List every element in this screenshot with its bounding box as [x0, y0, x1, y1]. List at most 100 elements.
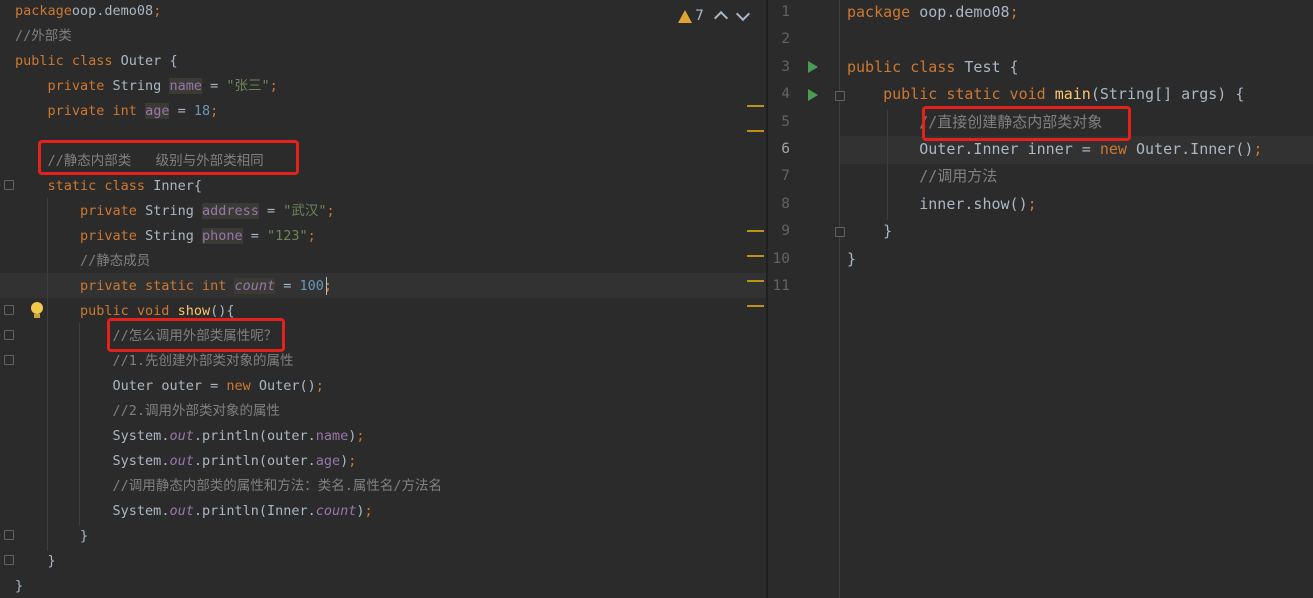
line-number: 3	[781, 58, 790, 75]
code-line[interactable]: static class Inner{	[15, 174, 202, 199]
code-token: Outer {	[120, 53, 178, 69]
code-token: age	[145, 103, 170, 119]
line-number: 1	[781, 4, 790, 20]
code-token: private	[47, 78, 113, 94]
code-line[interactable]: private String name = "张三";	[15, 74, 278, 99]
code-token: new	[1099, 140, 1136, 158]
code-token: name	[169, 78, 202, 94]
editor-pane-outer[interactable]: packageoop.demo08; //外部类 public class Oute…	[0, 0, 766, 598]
code-line[interactable]: }	[15, 524, 88, 549]
code-line[interactable]: //外部类	[15, 24, 72, 49]
code-line[interactable]: private static int count = 100;	[15, 274, 332, 299]
indent-guide	[79, 323, 80, 526]
code-token: ;	[1253, 140, 1263, 158]
annotation-box	[38, 140, 299, 175]
code-token: address	[201, 203, 259, 219]
code-token: ;	[315, 378, 324, 394]
code-line[interactable]: System.out.println(Inner.count);	[15, 499, 373, 524]
code-line[interactable]: public class Outer {	[15, 49, 178, 74]
warning-marker[interactable]	[747, 230, 764, 232]
code-token: Inner{	[153, 178, 202, 194]
code-token: inner.show()	[919, 194, 1028, 213]
code-line[interactable]: private String phone = "123";	[15, 224, 316, 249]
code-line[interactable]: //2.调用外部类对象的属性	[15, 399, 281, 424]
fold-icon[interactable]	[4, 530, 14, 540]
code-line[interactable]: }	[15, 549, 56, 574]
code-line[interactable]: //1.先创建外部类对象的属性	[15, 349, 294, 374]
code-token: ;	[364, 503, 373, 519]
code-token: main	[1054, 85, 1091, 104]
code-line[interactable]: System.out.println(outer.age);	[15, 449, 357, 474]
code-line[interactable]: //调用方法	[847, 163, 997, 191]
warning-marker[interactable]	[747, 305, 764, 307]
code-token: ;	[1027, 194, 1037, 213]
code-token: age	[315, 453, 341, 469]
lightbulb-icon[interactable]	[31, 302, 43, 314]
code-token: =	[169, 103, 194, 119]
code-token: )	[356, 503, 365, 519]
warning-marker[interactable]	[747, 255, 764, 257]
code-line[interactable]: }	[15, 574, 23, 598]
code-token: public static void	[883, 85, 1055, 104]
editor-pane-test[interactable]: 1 2 3 4 5 6 7 8 9 10 11 package oop.demo08; public …	[768, 0, 1313, 598]
code-line[interactable]: inner.show();	[847, 191, 1037, 219]
code-line[interactable]: public static void main(String[] args) {	[847, 81, 1244, 109]
code-line[interactable]: }	[847, 218, 892, 246]
gutter-separator	[839, 0, 840, 598]
code-token: private static int	[80, 278, 235, 294]
warning-marker[interactable]	[747, 130, 764, 132]
code-token: ;	[348, 453, 357, 469]
code-token: "张三"	[226, 78, 270, 94]
warning-indicator[interactable]: 7	[678, 8, 704, 24]
fold-icon[interactable]	[835, 227, 845, 237]
code-line[interactable]: private int age = 18;	[15, 99, 218, 124]
code-line[interactable]: System.out.println(outer.name);	[15, 424, 365, 449]
line-number: 5	[781, 113, 790, 130]
code-token: ;	[326, 203, 335, 219]
code-token: }	[80, 528, 89, 544]
fold-icon[interactable]	[4, 305, 14, 315]
chevron-down-icon[interactable]	[735, 6, 750, 22]
line-number: 4	[781, 86, 790, 103]
code-token: count	[315, 503, 357, 519]
fold-icon[interactable]	[4, 355, 14, 365]
code-token: //1.先创建外部类对象的属性	[112, 353, 294, 369]
code-token: out	[169, 503, 194, 519]
code-token: =	[275, 278, 300, 294]
fold-icon[interactable]	[4, 180, 14, 190]
code-token: package	[847, 3, 920, 21]
annotation-box	[107, 318, 285, 352]
line-number: 6	[781, 141, 790, 157]
code-token: //静态成员	[80, 253, 151, 269]
inspection-widget[interactable]: 7	[678, 6, 750, 26]
code-line[interactable]: packageoop.demo08;	[15, 0, 161, 24]
fold-icon[interactable]	[4, 330, 14, 340]
fold-icon[interactable]	[4, 555, 14, 565]
code-token: }	[15, 578, 24, 594]
chevron-up-icon[interactable]	[713, 10, 728, 26]
run-icon[interactable]	[808, 89, 818, 101]
warning-marker[interactable]	[747, 280, 764, 282]
code-token: 18	[193, 103, 211, 119]
warning-marker[interactable]	[747, 105, 764, 107]
run-icon[interactable]	[808, 61, 818, 73]
code-line[interactable]: public class Test {	[847, 54, 1019, 82]
code-line[interactable]: private String address = "武汉";	[15, 199, 335, 224]
fold-icon[interactable]	[835, 91, 845, 101]
code-token: public class	[15, 53, 121, 69]
code-token: .println(Inner.	[193, 503, 316, 519]
warning-count: 7	[695, 8, 704, 24]
code-token: "123"	[267, 228, 308, 244]
code-line[interactable]: package oop.demo08;	[847, 0, 1019, 27]
code-line[interactable]: }	[847, 246, 856, 274]
code-line[interactable]: Outer outer = new Outer();	[15, 374, 324, 399]
code-line[interactable]: //静态成员	[15, 249, 150, 274]
code-token: private int	[47, 103, 146, 119]
code-token: public class	[847, 57, 965, 76]
